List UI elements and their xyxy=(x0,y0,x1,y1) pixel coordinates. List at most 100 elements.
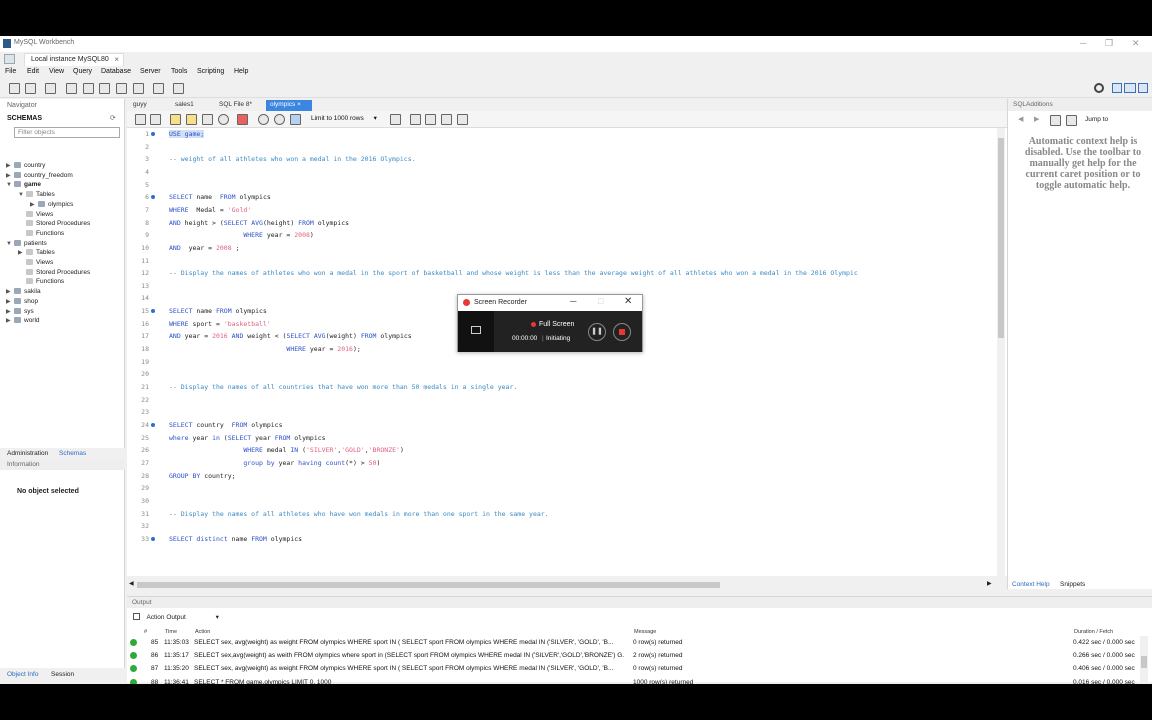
maximize-icon[interactable]: ❐ xyxy=(1105,38,1113,49)
code-line[interactable]: WHERE Medal = 'Gold' xyxy=(169,206,251,214)
tree-item-functions[interactable]: Functions xyxy=(18,229,64,237)
rollback-icon[interactable] xyxy=(274,114,285,125)
chevron-down-icon[interactable]: ▼ xyxy=(6,241,14,247)
code-line[interactable]: SELECT name FROM olympics xyxy=(169,193,271,201)
code-line[interactable]: AND year = 2016 AND weight < (SELECT AVG… xyxy=(169,332,412,340)
recorder-minimize-icon[interactable]: ─ xyxy=(570,296,576,306)
manual-help-icon[interactable] xyxy=(1050,115,1061,126)
code-line[interactable]: SELECT name FROM olympics xyxy=(169,307,267,315)
tab-sql-file-8[interactable]: SQL File 8* xyxy=(215,100,256,111)
administration-tab[interactable]: Administration xyxy=(7,450,48,457)
code-line[interactable]: where year in (SELECT year FROM olympics xyxy=(169,434,326,442)
tree-item-world[interactable]: ▶ world xyxy=(6,317,40,324)
scroll-thumb[interactable] xyxy=(1141,656,1147,668)
refresh-schemas-icon[interactable]: ⟳ xyxy=(110,114,116,122)
tab-olympics[interactable]: olympics × xyxy=(266,100,312,111)
code-line[interactable]: SELECT distinct name FROM olympics xyxy=(169,535,302,543)
output-row[interactable]: 88 11:36:41 SELECT * FROM game.olympics LI… xyxy=(127,676,1145,684)
new-sql-tab-icon[interactable] xyxy=(9,83,20,94)
minimize-icon[interactable]: ─ xyxy=(1080,38,1086,48)
create-function-icon[interactable] xyxy=(133,83,144,94)
filter-objects-input[interactable]: Filter objects xyxy=(14,127,120,138)
scroll-right-icon[interactable]: ▶ xyxy=(987,580,992,587)
open-sql-script-icon[interactable] xyxy=(25,83,36,94)
tab-guyy[interactable]: guyy xyxy=(129,100,151,111)
scroll-thumb[interactable] xyxy=(998,138,1004,338)
toggle-navigator-icon[interactable] xyxy=(1112,83,1122,93)
tree-item-views[interactable]: Views xyxy=(18,259,53,266)
tree-item-functions[interactable]: Functions xyxy=(18,278,64,285)
connection-tab[interactable]: Local instance MySQL80 × xyxy=(24,53,124,66)
menu-scripting[interactable]: Scripting xyxy=(197,68,224,75)
menu-database[interactable]: Database xyxy=(101,68,131,75)
open-file-icon[interactable] xyxy=(135,114,146,125)
tree-item-views[interactable]: Views xyxy=(18,210,53,218)
settings-icon[interactable] xyxy=(1094,83,1104,93)
sql-editor[interactable]: 1 USE game; 2 3 -- weight of all athletes wh… xyxy=(127,128,1007,576)
context-help-tab[interactable]: Context Help xyxy=(1012,581,1050,588)
editor-horizontal-scrollbar[interactable]: ◀ ▶ xyxy=(127,581,997,589)
output-row[interactable]: 86 11:35:17 SELECT sex,avg(weight) as weit… xyxy=(127,649,1145,662)
search-table-data-icon[interactable] xyxy=(153,83,164,94)
pause-icon[interactable]: ❚❚ xyxy=(588,323,606,341)
chevron-right-icon[interactable]: ▶ xyxy=(6,172,14,179)
chevron-right-icon[interactable]: ▶ xyxy=(30,201,38,208)
code-line[interactable]: -- weight of all athletes who won a meda… xyxy=(169,155,416,163)
folder-icon[interactable] xyxy=(471,326,481,334)
invisible-chars-icon[interactable] xyxy=(441,114,452,125)
output-row[interactable]: 85 11:35:03 SELECT sex, avg(weight) as wei… xyxy=(127,636,1145,649)
limit-rows-select[interactable]: Limit to 1000 rows ▾ xyxy=(311,114,377,122)
tree-item-olympics[interactable]: ▶ olympics xyxy=(30,200,73,208)
add-snippet-icon[interactable] xyxy=(390,114,401,125)
menu-help[interactable]: Help xyxy=(234,68,248,75)
code-line[interactable]: WHERE medal IN ('SILVER','GOLD','BRONZE'… xyxy=(169,446,404,454)
tree-item-sakila[interactable]: ▶ sakila xyxy=(6,288,41,295)
autocommit-icon[interactable] xyxy=(290,114,301,125)
code-line[interactable]: SELECT country FROM olympics xyxy=(169,421,283,429)
code-line[interactable]: -- Display the names of all athletes who… xyxy=(169,510,549,518)
create-view-icon[interactable] xyxy=(99,83,110,94)
copy-icon[interactable] xyxy=(133,613,140,620)
find-icon[interactable] xyxy=(425,114,436,125)
chevron-right-icon[interactable]: ▶ xyxy=(6,162,14,169)
menu-file[interactable]: File xyxy=(5,68,16,75)
tree-item-sys[interactable]: ▶ sys xyxy=(6,307,34,315)
session-tab[interactable]: Session xyxy=(51,671,74,678)
output-type-select[interactable]: Action Output ▾ xyxy=(133,613,219,621)
tree-item-tables[interactable]: ▼ Tables xyxy=(18,191,55,198)
output-row[interactable]: 87 11:35:20 SELECT sex, avg(weight) as wei… xyxy=(127,662,1145,675)
chevron-right-icon[interactable]: ▶ xyxy=(6,288,14,295)
snippets-tab[interactable]: Snippets xyxy=(1060,581,1085,588)
chevron-down-icon[interactable]: ▼ xyxy=(6,182,14,188)
home-icon[interactable] xyxy=(4,54,15,64)
jump-to-label[interactable]: Jump to xyxy=(1085,116,1108,123)
stop-record-icon[interactable] xyxy=(613,323,631,341)
code-line[interactable]: USE game; xyxy=(169,130,205,138)
chevron-right-icon[interactable]: ▶ xyxy=(6,298,14,305)
code-line[interactable]: GROUP BY country; xyxy=(169,472,236,480)
close-icon[interactable]: ✕ xyxy=(1132,38,1140,49)
beautify-icon[interactable] xyxy=(410,114,421,125)
open-inspector-icon[interactable] xyxy=(45,83,56,94)
tree-item-stored-procedures[interactable]: Stored Procedures xyxy=(18,220,90,227)
toggle-sidebar-icon[interactable] xyxy=(1138,83,1148,93)
execute-icon[interactable] xyxy=(170,114,181,125)
code-line[interactable]: WHERE year = 2008) xyxy=(169,231,313,239)
tree-item-country_freedom[interactable]: ▶ country_freedom xyxy=(6,171,73,179)
close-tab-icon[interactable]: × xyxy=(114,55,119,64)
code-line[interactable]: AND height > (SELECT AVG(height) FROM ol… xyxy=(169,219,349,227)
menu-edit[interactable]: Edit xyxy=(27,68,39,75)
execute-current-icon[interactable] xyxy=(186,114,197,125)
menu-server[interactable]: Server xyxy=(140,68,161,75)
create-procedure-icon[interactable] xyxy=(116,83,127,94)
code-line[interactable]: WHERE sport = 'basketball' xyxy=(169,320,271,328)
chevron-down-icon[interactable]: ▼ xyxy=(18,192,26,198)
code-line[interactable]: WHERE year = 2016); xyxy=(169,345,360,353)
code-line[interactable]: -- Display the names of athletes who won… xyxy=(169,269,858,277)
close-tab-icon[interactable]: × xyxy=(297,101,301,108)
recorder-mode[interactable]: Full Screen xyxy=(539,321,574,328)
explain-icon[interactable] xyxy=(202,114,213,125)
create-table-icon[interactable] xyxy=(83,83,94,94)
code-line[interactable]: group by year having count(*) > 50) xyxy=(169,459,380,467)
reconnect-icon[interactable] xyxy=(173,83,184,94)
